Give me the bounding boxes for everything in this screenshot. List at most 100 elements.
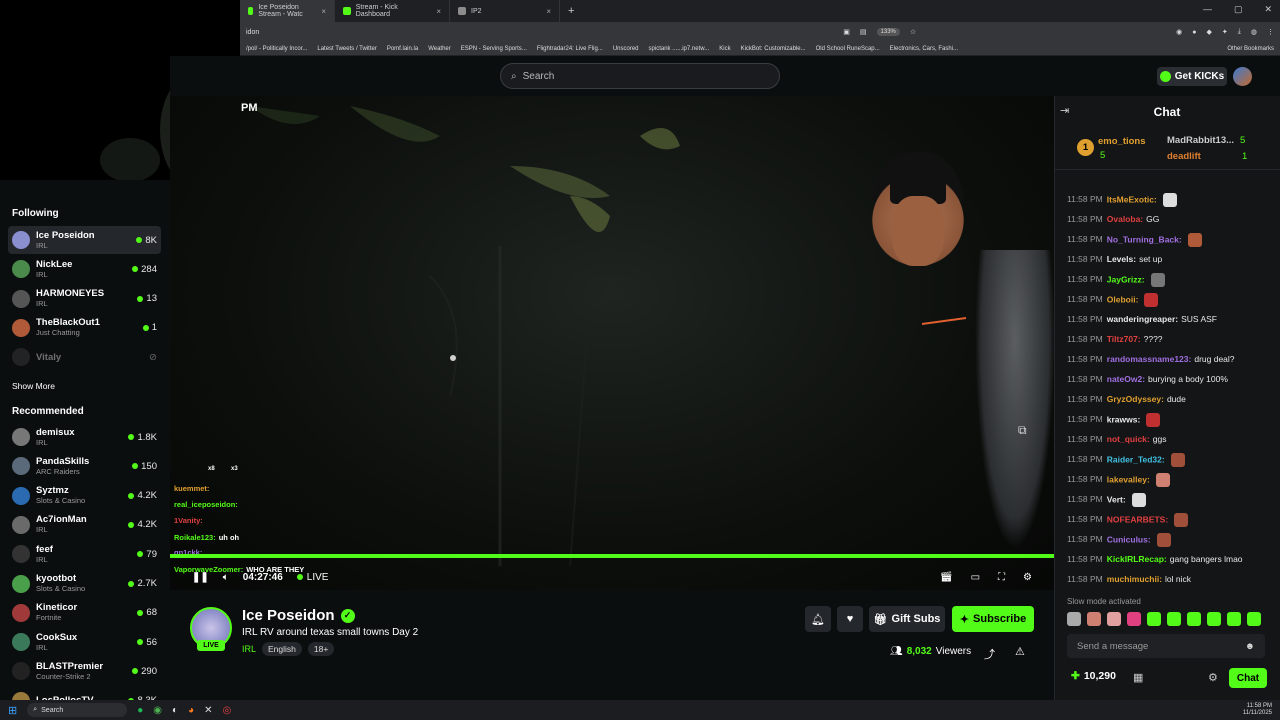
share-icon[interactable]: ⤴ xyxy=(984,646,995,662)
other-bookmarks[interactable]: Other Bookmarks xyxy=(1227,46,1274,52)
browser-address-bar[interactable]: idon ▣ ▤ 133% ☆ ◉ ● ◆ ✦ ⤓ ◍ ⋮ xyxy=(240,22,1280,42)
chat-username[interactable]: muchimuchii: xyxy=(1107,574,1162,584)
chat-message[interactable]: 11:58 PM KickIRLRecap: gang bangers lmao xyxy=(1067,553,1272,565)
sidebar-channel-item[interactable]: CookSux IRL 56 xyxy=(8,628,161,656)
bookmark-item[interactable]: ESPN - Serving Sports... xyxy=(461,46,527,52)
chat-username[interactable]: Raider_Ted32: xyxy=(1107,454,1165,464)
chat-message[interactable]: 11:58 PM lakevalley: xyxy=(1067,473,1272,487)
bookmark-item[interactable]: Pomf.lain.la xyxy=(387,46,418,52)
browser-tab[interactable]: IP2 × xyxy=(450,0,560,22)
chat-username[interactable]: Cuniculus: xyxy=(1107,534,1151,544)
stream-category[interactable]: IRL xyxy=(242,644,256,654)
send-chat-button[interactable]: Chat xyxy=(1229,668,1267,688)
browser-tab[interactable]: Ice Poseidon Stream - Watc × xyxy=(240,0,335,22)
chat-message[interactable]: 11:58 PM Vert: xyxy=(1067,493,1272,507)
chat-message[interactable]: 11:58 PM krawws: xyxy=(1067,413,1272,427)
chat-username[interactable]: Ovaloba: xyxy=(1107,214,1143,224)
chat-settings-icon[interactable]: ⚙︎ xyxy=(1208,671,1218,684)
extension-icon[interactable]: ● xyxy=(1192,29,1196,36)
tag-mature[interactable]: 18+ xyxy=(307,642,335,656)
chat-username[interactable]: GryzOdyssey: xyxy=(1107,394,1164,404)
close-tab-icon[interactable]: × xyxy=(436,7,441,16)
fullscreen-icon[interactable]: ⛶ xyxy=(998,572,1005,583)
emoji-icon[interactable]: ☻ xyxy=(1245,641,1255,652)
chrome-icon[interactable]: ◉ xyxy=(153,705,162,716)
emote-button[interactable] xyxy=(1067,612,1081,626)
chat-message[interactable]: 11:58 PM Tiltz707:???? xyxy=(1067,333,1272,345)
chat-message[interactable]: 11:58 PM NOFEARBETS: xyxy=(1067,513,1272,527)
chat-username[interactable]: lakevalley: xyxy=(1107,474,1150,484)
sidebar-channel-item[interactable]: kyootbot Slots & Casino 2.7K xyxy=(8,570,161,598)
chat-message[interactable]: 11:58 PM ItsMeExotic: xyxy=(1067,193,1272,207)
chat-username[interactable]: krawws: xyxy=(1107,414,1141,424)
sidebar-channel-item[interactable]: feef IRL 79 xyxy=(8,540,161,568)
chat-message[interactable]: 11:58 PM Oleboii: xyxy=(1067,293,1272,307)
maximize-icon[interactable]: ▢ xyxy=(1234,4,1243,15)
sidebar-channel-item[interactable]: demisux IRL 1.8K xyxy=(8,423,161,451)
theater-mode-icon[interactable]: ▭ xyxy=(971,572,980,583)
follow-button[interactable]: ♥ xyxy=(837,606,863,632)
bookmark-item[interactable]: Flightradar24: Live Flig... xyxy=(537,46,603,52)
sidebar-channel-item[interactable]: PandaSkills ARC Raiders 150 xyxy=(8,452,161,480)
emote-button[interactable] xyxy=(1127,612,1141,626)
sidebar-channel-item[interactable]: HARMONEYES IRL 13 xyxy=(8,285,161,313)
notification-bell-button[interactable]: 🔔︎ xyxy=(805,606,831,632)
bookmark-star-icon[interactable]: ☆ xyxy=(910,28,916,36)
chat-message[interactable]: 11:58 PM nateOw2: burying a body 100% xyxy=(1067,373,1272,385)
search-input[interactable]: ⌕ Search xyxy=(500,63,780,89)
emote-button[interactable] xyxy=(1087,612,1101,626)
sidebar-channel-item[interactable]: BLASTPremier Counter-Strike 2 290 xyxy=(8,657,161,685)
bookmark-item[interactable]: Latest Tweets / Twitter xyxy=(317,46,376,52)
chat-username[interactable]: wanderingreaper: xyxy=(1107,314,1178,324)
spotify-icon[interactable]: ● xyxy=(137,705,143,716)
channel-name[interactable]: Ice Poseidon xyxy=(242,607,335,624)
picture-in-picture-icon[interactable]: ⧉ xyxy=(1018,423,1038,439)
new-tab-icon[interactable]: + xyxy=(560,5,582,17)
pause-icon[interactable]: ❚❚ xyxy=(192,572,209,583)
video-progress-bar[interactable] xyxy=(170,554,1054,558)
downloads-icon[interactable]: ⤓ xyxy=(1238,28,1241,36)
firefox-icon[interactable]: ◕ xyxy=(188,705,194,716)
gift-shop-icon[interactable]: ▦ xyxy=(1133,671,1143,684)
leaderboard-entry[interactable]: MadRabbit13... xyxy=(1167,135,1234,146)
chat-username[interactable]: randomassname123: xyxy=(1107,354,1192,364)
subscribe-button[interactable]: ✦ Subscribe xyxy=(952,606,1034,632)
chat-username[interactable]: not_quick: xyxy=(1107,434,1150,444)
extension-icon[interactable]: ◆ xyxy=(1207,28,1212,36)
bookmark-item[interactable]: KickBot: Customizable... xyxy=(741,46,806,52)
chat-username[interactable]: KickIRLRecap: xyxy=(1107,554,1167,564)
close-tab-icon[interactable]: × xyxy=(546,7,551,16)
chat-username[interactable]: ItsMeExotic: xyxy=(1107,194,1157,204)
emote-button[interactable] xyxy=(1147,612,1161,626)
chat-message[interactable]: 11:58 PM Levels: set up xyxy=(1067,253,1272,265)
emote-button[interactable] xyxy=(1227,612,1241,626)
profile-icon[interactable]: ◍ xyxy=(1251,28,1257,36)
extension-icon[interactable]: ◉ xyxy=(1176,28,1182,36)
sidebar-channel-item[interactable]: Ac7ionMan IRL 4.2K xyxy=(8,511,161,539)
channel-points[interactable]: ✚ 10,290 xyxy=(1071,670,1116,682)
sidebar-channel-item[interactable]: Kineticor Fortnite 68 xyxy=(8,599,161,627)
bookmark-item[interactable]: Electronics, Cars, Fashi... xyxy=(890,46,958,52)
emote-button[interactable] xyxy=(1207,612,1221,626)
menu-icon[interactable]: ⋮ xyxy=(1267,28,1274,36)
sidebar-channel-item[interactable]: TheBlackOut1 Just Chatting 1 xyxy=(8,314,161,342)
chat-message[interactable]: 11:58 PM muchimuchii: lol nick xyxy=(1067,573,1272,585)
chat-username[interactable]: Tiltz707: xyxy=(1107,334,1141,344)
close-window-icon[interactable]: ✕ xyxy=(1264,4,1272,15)
emote-button[interactable] xyxy=(1167,612,1181,626)
sidebar-channel-item[interactable]: NickLee IRL 284 xyxy=(8,255,161,283)
bookmark-item[interactable]: /pol/ - Politically Incor... xyxy=(246,46,307,52)
sidebar-channel-item[interactable]: Ice Poseidon IRL 8K xyxy=(8,226,161,254)
chat-username[interactable]: No_Turning_Back: xyxy=(1107,234,1182,244)
get-kicks-button[interactable]: Get KICKs xyxy=(1157,67,1227,86)
chat-message[interactable]: 11:58 PM randomassname123: drug deal? xyxy=(1067,353,1272,365)
steam-icon[interactable]: ◐ xyxy=(172,705,178,716)
screenshot-icon[interactable]: ▣ xyxy=(843,28,850,36)
tag-language[interactable]: English xyxy=(262,642,302,656)
bookmark-item[interactable]: Weather xyxy=(428,46,451,52)
close-tab-icon[interactable]: × xyxy=(321,7,326,16)
address-url[interactable]: idon xyxy=(246,29,259,36)
windows-start-icon[interactable]: ⊞ xyxy=(8,704,17,717)
leaderboard-entry[interactable]: emo_tions xyxy=(1098,136,1146,147)
chat-message[interactable]: 11:58 PM Ovaloba: GG xyxy=(1067,213,1272,225)
